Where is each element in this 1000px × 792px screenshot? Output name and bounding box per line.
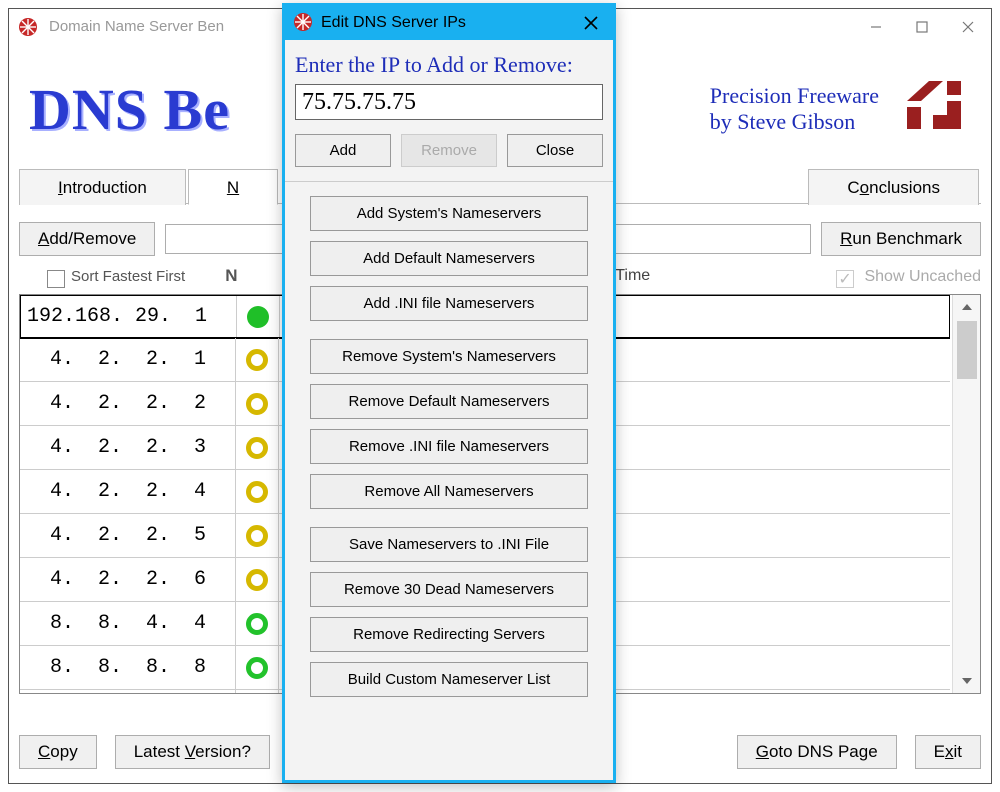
dialog-misc-group: Save Nameservers to .INI File Remove 30 …	[295, 527, 603, 697]
show-uncached-checkbox[interactable]: ✓	[836, 270, 854, 288]
status-icon	[243, 302, 273, 332]
goto-dns-page-button[interactable]: Goto DNS Page	[737, 735, 897, 769]
tab-introduction[interactable]: Introduction	[19, 169, 186, 205]
exit-button[interactable]: Exit	[915, 735, 981, 769]
ip-cell: 4. 2. 2. 1	[20, 348, 235, 371]
scroll-down-icon[interactable]	[953, 669, 980, 693]
close-button[interactable]	[945, 9, 991, 44]
remove-redirecting-button[interactable]: Remove Redirecting Servers	[310, 617, 588, 652]
dialog-close-button[interactable]	[577, 9, 605, 37]
status-icon	[242, 653, 272, 683]
dialog-title: Edit DNS Server IPs	[321, 14, 577, 32]
remove-default-nameservers-button[interactable]: Remove Default Nameservers	[310, 384, 588, 419]
remove-system-nameservers-button[interactable]: Remove System's Nameservers	[310, 339, 588, 374]
minimize-button[interactable]	[853, 9, 899, 44]
remove-dead-button[interactable]: Remove 30 Dead Nameservers	[310, 572, 588, 607]
freeware-line2: by Steve Gibson	[710, 109, 879, 135]
scroll-up-icon[interactable]	[953, 295, 980, 319]
dialog-add-button[interactable]: Add	[295, 134, 391, 167]
dialog-body: Enter the IP to Add or Remove: Add Remov…	[285, 40, 613, 780]
window-controls	[853, 9, 991, 44]
remove-ini-nameservers-button[interactable]: Remove .INI file Nameservers	[310, 429, 588, 464]
edit-dns-dialog: Edit DNS Server IPs Enter the IP to Add …	[282, 3, 616, 783]
ip-cell: 8. 8. 8. 8	[20, 656, 235, 679]
sort-fastest-label: Sort Fastest First	[71, 268, 185, 285]
status-icon	[242, 565, 272, 595]
show-uncached-label: Show Uncached	[864, 268, 981, 285]
grc-logo-icon	[899, 73, 971, 145]
freeware-line1: Precision Freeware	[710, 83, 879, 109]
ip-input[interactable]	[295, 84, 603, 120]
dialog-remove-button[interactable]: Remove	[401, 134, 497, 167]
dialog-remove-group: Remove System's Nameservers Remove Defau…	[295, 339, 603, 509]
show-uncached-group: ✓ Show Uncached	[836, 267, 981, 286]
dialog-prompt: Enter the IP to Add or Remove:	[295, 52, 603, 78]
column-label-left: N	[225, 266, 237, 286]
dialog-app-icon	[293, 12, 313, 35]
tab-conclusions[interactable]: Conclusions	[808, 169, 979, 205]
add-ini-nameservers-button[interactable]: Add .INI file Nameservers	[310, 286, 588, 321]
remove-all-nameservers-button[interactable]: Remove All Nameservers	[310, 474, 588, 509]
scroll-thumb[interactable]	[957, 321, 977, 379]
ip-cell: 4. 2. 2. 5	[20, 524, 235, 547]
status-icon	[242, 345, 272, 375]
tab-nameservers[interactable]: N	[188, 169, 278, 205]
ip-cell: 4. 2. 2. 4	[20, 480, 235, 503]
maximize-button[interactable]	[899, 9, 945, 44]
ip-cell: 4. 2. 2. 6	[20, 568, 235, 591]
dialog-close-action-button[interactable]: Close	[507, 134, 603, 167]
status-icon	[242, 433, 272, 463]
status-icon	[242, 389, 272, 419]
ip-cell: 8. 8. 4. 4	[20, 612, 235, 635]
ip-cell: 4. 2. 2. 3	[20, 436, 235, 459]
copy-button[interactable]: Copy	[19, 735, 97, 769]
add-remove-button[interactable]: Add/Remove	[19, 222, 155, 256]
app-icon	[17, 16, 39, 38]
ip-cell: 192.168. 29. 1	[21, 305, 236, 328]
add-system-nameservers-button[interactable]: Add System's Nameservers	[310, 196, 588, 231]
add-default-nameservers-button[interactable]: Add Default Nameservers	[310, 241, 588, 276]
save-ini-button[interactable]: Save Nameservers to .INI File	[310, 527, 588, 562]
status-icon	[242, 521, 272, 551]
run-benchmark-button[interactable]: Run Benchmark	[821, 222, 981, 256]
dialog-add-group: Add System's Nameservers Add Default Nam…	[295, 196, 603, 321]
status-icon	[242, 609, 272, 639]
dialog-titlebar[interactable]: Edit DNS Server IPs	[285, 6, 613, 40]
freeware-credit: Precision Freeware by Steve Gibson	[710, 83, 879, 136]
status-icon	[242, 477, 272, 507]
build-custom-list-button[interactable]: Build Custom Nameserver List	[310, 662, 588, 697]
ip-cell: 4. 2. 2. 2	[20, 392, 235, 415]
sort-fastest-checkbox[interactable]	[47, 270, 65, 288]
latest-version-button[interactable]: Latest Version?	[115, 735, 270, 769]
dialog-button-row: Add Remove Close	[295, 134, 603, 167]
scrollbar[interactable]	[952, 295, 980, 693]
app-big-title: DNS Be	[19, 76, 230, 143]
